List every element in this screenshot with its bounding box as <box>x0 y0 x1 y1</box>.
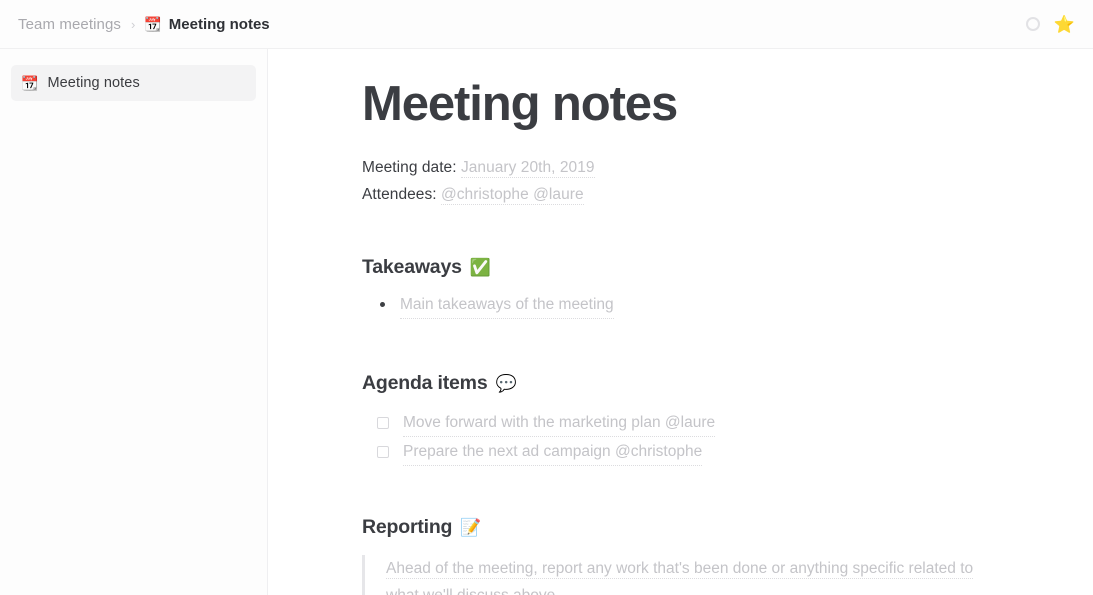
sidebar-item-label: Meeting notes <box>47 75 140 91</box>
meeting-date-row: Meeting date: January 20th, 2019 <box>362 154 1003 181</box>
meeting-date-label: Meeting date: <box>362 158 457 176</box>
list-item[interactable]: Prepare the next ad campaign @christophe <box>362 440 1003 466</box>
app-body: 📆 Meeting notes Meeting notes Meeting da… <box>0 49 1093 595</box>
checkbox-icon[interactable] <box>377 416 389 429</box>
star-icon[interactable]: ⭐ <box>1054 16 1075 33</box>
attendees-label: Attendees: <box>362 185 437 203</box>
attendees-value[interactable]: @christophe @laure <box>440 185 584 205</box>
agenda-item-text[interactable]: Move forward with the marketing plan @la… <box>403 411 716 437</box>
list-item[interactable]: Main takeaways of the meeting <box>380 293 1003 319</box>
breadcrumb: Team meetings › 📆 Meeting notes <box>18 16 1026 33</box>
top-bar: Team meetings › 📆 Meeting notes ⭐ <box>0 0 1093 49</box>
calendar-icon: 📆 <box>144 16 162 32</box>
agenda-item-text[interactable]: Prepare the next ad campaign @christophe <box>403 440 703 466</box>
section-reporting: Reporting 📝 Ahead of the meeting, report… <box>362 516 1003 595</box>
reporting-quote-block[interactable]: Ahead of the meeting, report any work th… <box>362 554 1003 595</box>
calendar-icon: 📆 <box>21 75 39 91</box>
document-scroll-area[interactable]: Meeting notes Meeting date: January 20th… <box>268 49 1093 595</box>
heading-reporting[interactable]: Reporting 📝 <box>362 516 1003 539</box>
heading-agenda-items[interactable]: Agenda items 💬 <box>362 372 1003 395</box>
heading-agenda-items-label: Agenda items <box>362 371 488 394</box>
check-mark-button-icon: ✅ <box>469 257 491 277</box>
heading-takeaways[interactable]: Takeaways ✅ <box>362 256 1003 279</box>
section-takeaways: Takeaways ✅ Main takeaways of the meetin… <box>362 256 1003 319</box>
heading-takeaways-label: Takeaways <box>362 255 462 278</box>
comment-icon[interactable] <box>1025 17 1040 31</box>
breadcrumb-current-label: Meeting notes <box>168 15 270 33</box>
attendees-row: Attendees: @christophe @laure <box>362 181 1003 208</box>
checkbox-icon[interactable] <box>377 445 389 458</box>
chevron-right-icon: › <box>131 16 136 32</box>
meeting-date-value[interactable]: January 20th, 2019 <box>460 158 595 178</box>
reporting-quote-text[interactable]: Ahead of the meeting, report any work th… <box>386 559 974 595</box>
memo-icon: 📝 <box>460 517 482 537</box>
list-item[interactable]: Move forward with the marketing plan @la… <box>362 411 1003 437</box>
bullet-icon <box>380 301 385 307</box>
speech-balloon-icon: 💬 <box>495 373 517 393</box>
page-title[interactable]: Meeting notes <box>362 77 1003 132</box>
sidebar-item-meeting-notes[interactable]: 📆 Meeting notes <box>11 65 256 101</box>
topbar-actions: ⭐ <box>1025 16 1077 33</box>
section-agenda-items: Agenda items 💬 Move forward with the mar… <box>362 372 1003 466</box>
document: Meeting notes Meeting date: January 20th… <box>268 49 1093 595</box>
takeaway-item-text[interactable]: Main takeaways of the meeting <box>400 293 614 319</box>
sidebar: 📆 Meeting notes <box>0 49 268 595</box>
breadcrumb-current-page[interactable]: 📆 Meeting notes <box>144 16 269 33</box>
breadcrumb-root-link[interactable]: Team meetings <box>18 16 121 33</box>
agenda-todo-list: Move forward with the marketing plan @la… <box>362 411 1003 466</box>
heading-reporting-label: Reporting <box>362 515 453 538</box>
takeaways-list: Main takeaways of the meeting <box>362 293 1003 319</box>
